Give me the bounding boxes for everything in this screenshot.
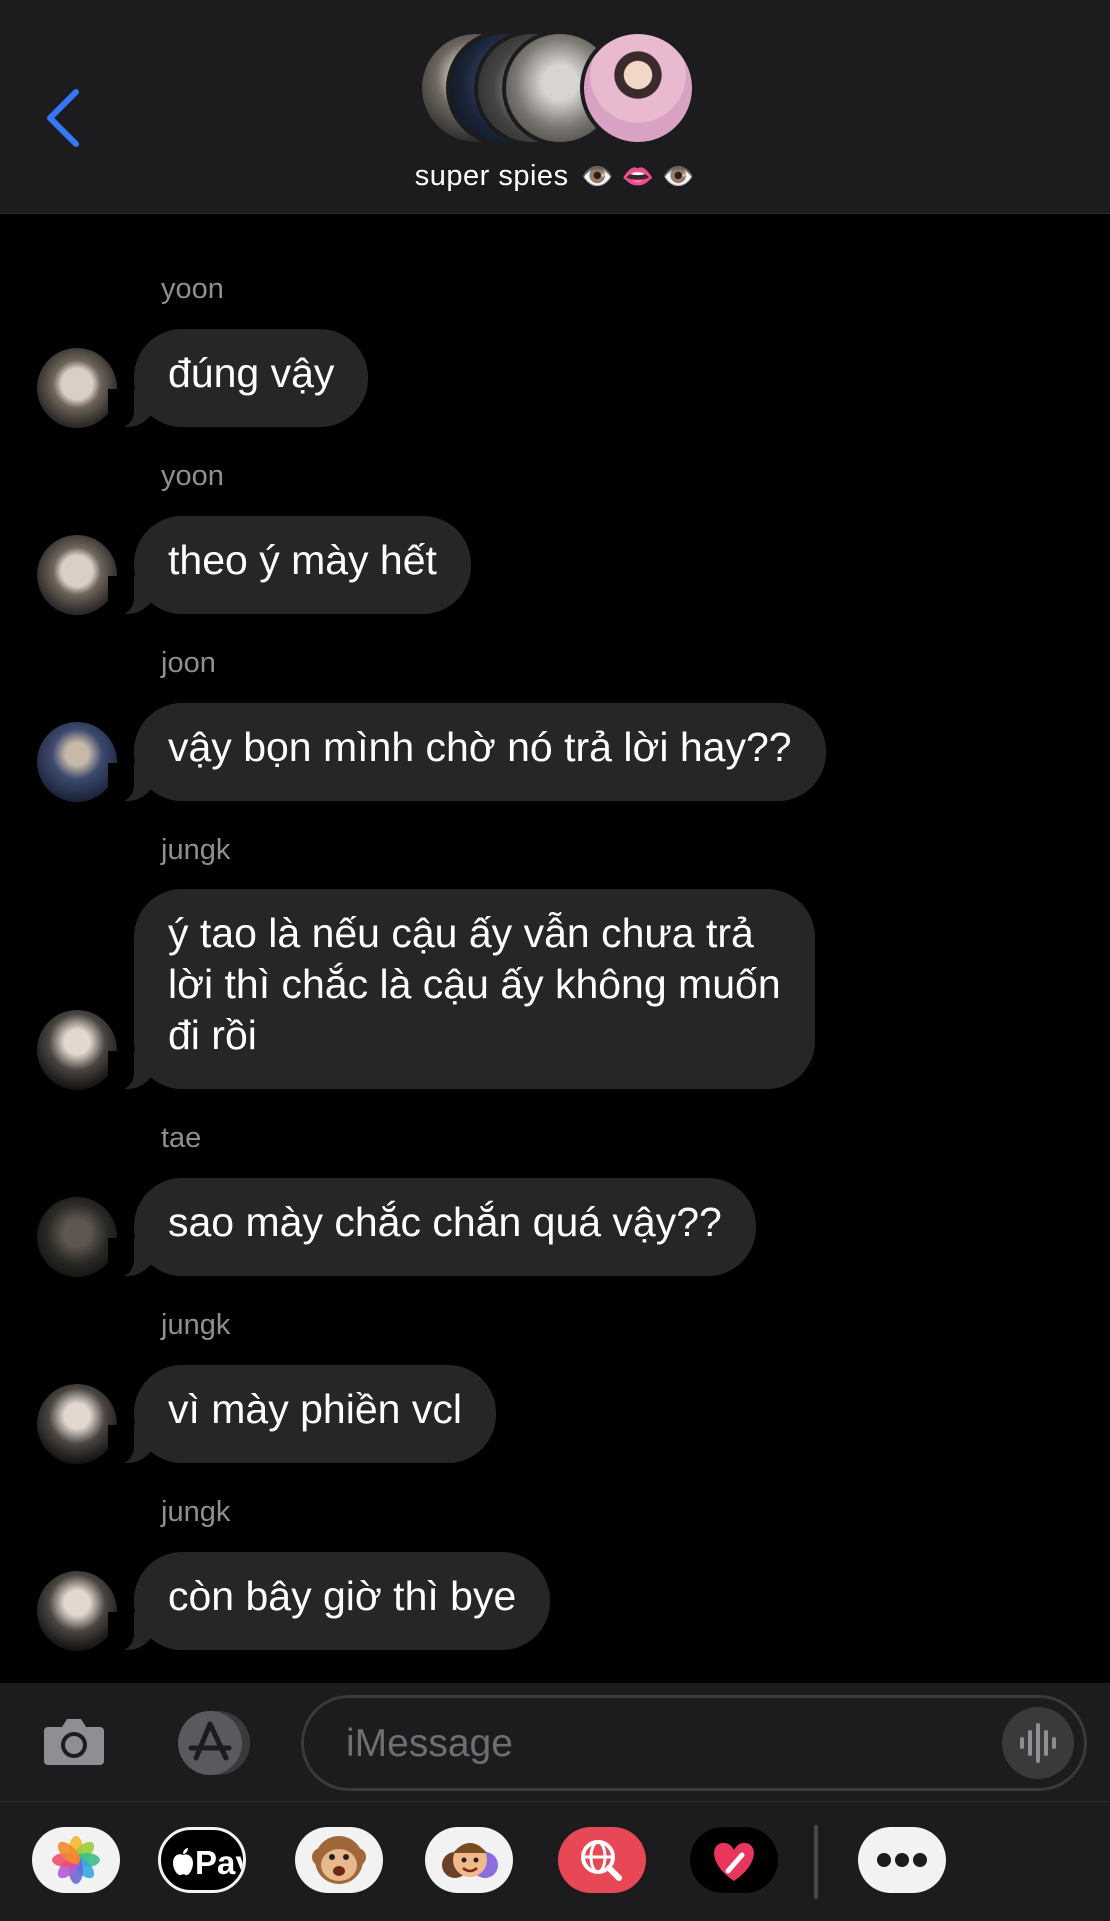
message-input[interactable] [344, 1714, 988, 1774]
digital-touch-app-button[interactable] [690, 1827, 778, 1893]
globe-search-icon [581, 1840, 622, 1881]
audio-waveform-icon [1020, 1723, 1056, 1763]
sender-avatar[interactable] [37, 722, 117, 802]
message-bubble[interactable]: còn bây giờ thì bye [107, 1552, 551, 1652]
conversation-header: super spies 👁️ 👄 👁️ [0, 0, 1110, 214]
message-bubble[interactable]: theo ý mày hết [108, 516, 471, 616]
drawer-divider [814, 1825, 818, 1899]
monkey-icon [312, 1836, 366, 1884]
sender-name: jungk [161, 834, 231, 866]
chevron-left-icon [47, 89, 79, 147]
apple-pay-app-button[interactable]: Pay [158, 1827, 246, 1893]
group-avatar-stack[interactable] [418, 30, 696, 148]
group-title[interactable]: super spies 👁️ 👄 👁️ [0, 160, 1110, 193]
photos-app-button[interactable] [32, 1827, 120, 1893]
sender-avatar[interactable] [37, 348, 117, 428]
memoji-icon [442, 1843, 498, 1878]
sender-avatar[interactable] [37, 1384, 117, 1464]
app-store-button[interactable] [168, 1708, 258, 1778]
sender-avatar[interactable] [37, 1010, 117, 1090]
group-member-avatar [580, 30, 696, 146]
sender-name: yoon [161, 460, 224, 492]
message-bubble[interactable]: vì mày phiền vcl [108, 1365, 496, 1465]
sender-avatar[interactable] [37, 535, 117, 615]
message-bubble[interactable]: vậy bọn mình chờ nó trả lời hay?? [108, 703, 826, 803]
sender-name: jungk [161, 1496, 231, 1528]
audio-record-button[interactable] [1002, 1707, 1074, 1779]
photos-icon [52, 1836, 100, 1884]
sender-name: tae [161, 1122, 202, 1154]
imessage-field[interactable] [301, 1695, 1087, 1791]
sender-name: yoon [161, 273, 224, 305]
heart-touch-icon [714, 1842, 754, 1881]
sender-name: joon [161, 647, 216, 679]
app-drawer: Pay [0, 1801, 1110, 1921]
apple-logo-icon [173, 1848, 193, 1876]
message-thread[interactable]: yoon đúng vậy yoon theo ý mày hết joon v… [0, 213, 1110, 1683]
sender-name: jungk [161, 1309, 231, 1341]
apple-pay-label: Pay [195, 1844, 243, 1881]
message-bubble[interactable]: ý tao là nếu cậu ấy vẫn chưa trả lời thì… [108, 889, 815, 1091]
sender-avatar[interactable] [37, 1197, 117, 1277]
app-store-icon [178, 1711, 250, 1775]
message-bubble[interactable]: đúng vậy [107, 329, 369, 429]
camera-button[interactable] [42, 1711, 106, 1771]
animoji-app-button[interactable] [295, 1827, 383, 1893]
sender-avatar[interactable] [37, 1571, 117, 1651]
camera-icon [44, 1719, 104, 1765]
search-images-app-button[interactable] [558, 1827, 646, 1893]
group-emojis: 👁️ 👄 👁️ [581, 161, 696, 191]
memoji-app-button[interactable] [425, 1827, 513, 1893]
compose-bar [0, 1683, 1110, 1801]
group-name: super spies [414, 160, 569, 192]
message-bubble[interactable]: sao mày chắc chắn quá vậy?? [108, 1178, 756, 1278]
back-button[interactable] [40, 86, 90, 150]
ellipsis-icon [877, 1853, 927, 1867]
more-apps-button[interactable] [858, 1827, 946, 1893]
